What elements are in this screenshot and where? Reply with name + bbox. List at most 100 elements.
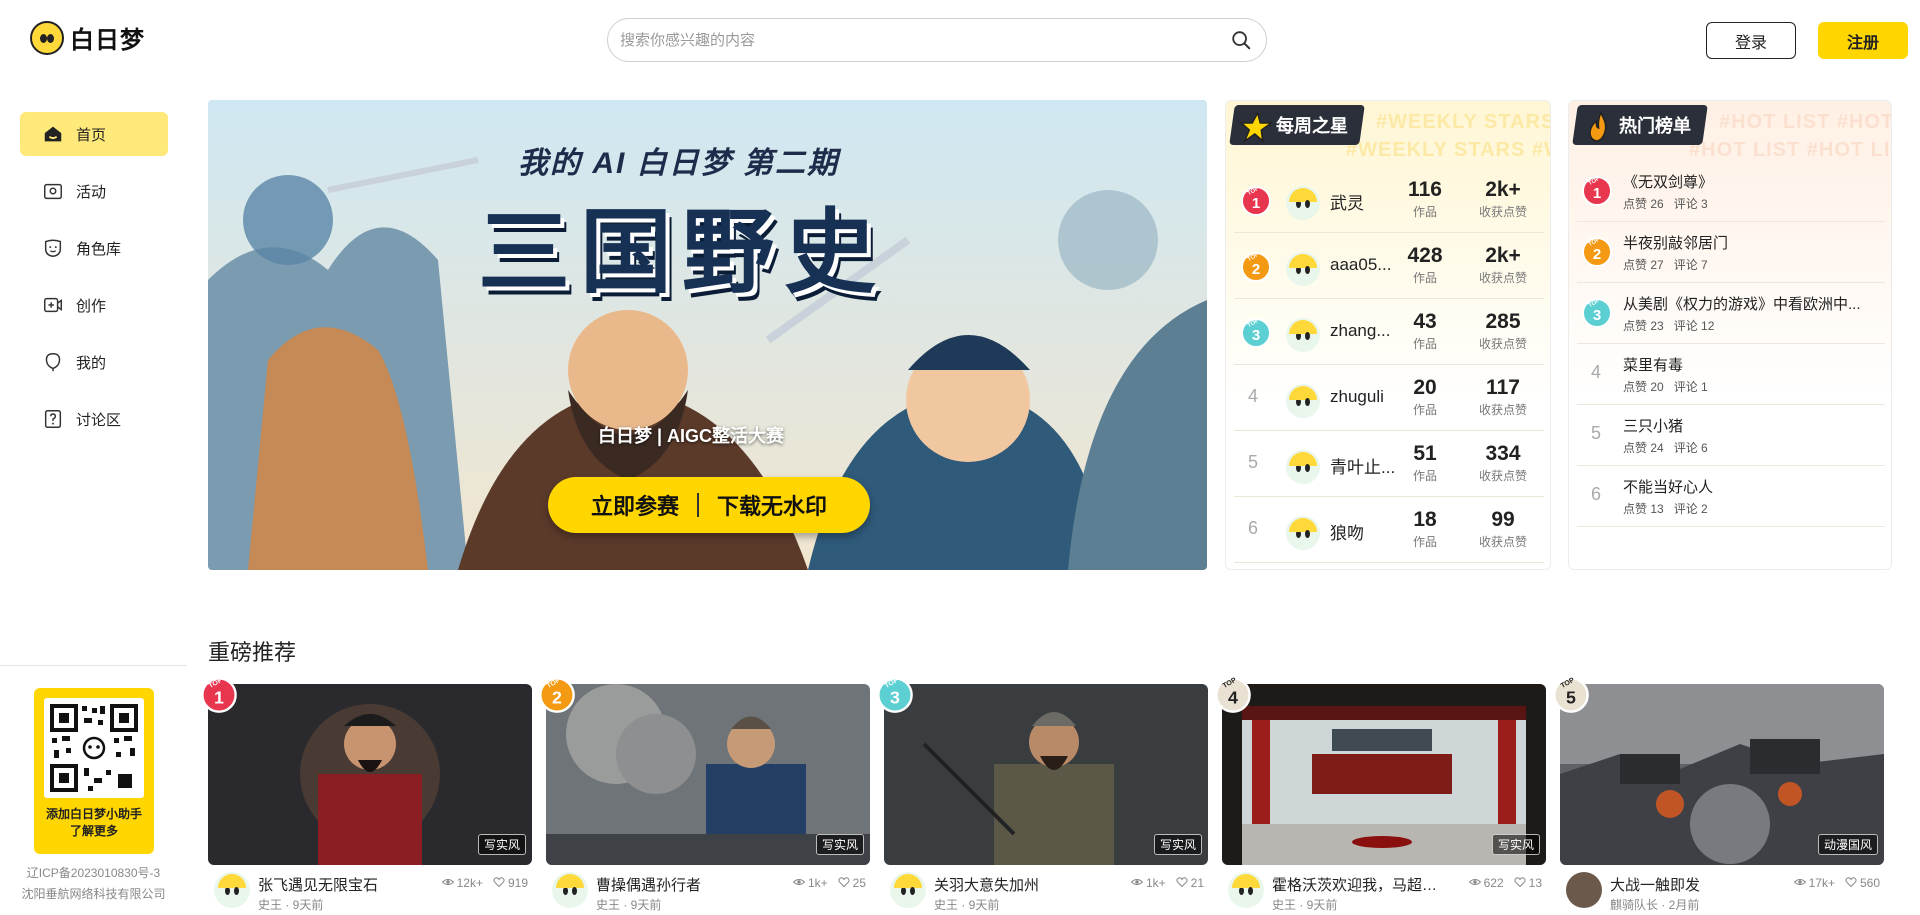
hot-list-row[interactable]: 4 菜里有毒 点赞 20 评论 1 <box>1577 344 1885 405</box>
like-count: 点赞 23 <box>1623 319 1664 333</box>
works-stat: 43 作品 <box>1400 309 1450 353</box>
hot-list-row[interactable]: 5 三只小猪 点赞 24 评论 6 <box>1577 405 1885 466</box>
hot-post-meta: 点赞 23 评论 12 <box>1623 317 1724 334</box>
featured-card[interactable]: 写实风 TOP 1 张飞遇见无限宝石 史王 · 9天前 12k+ 919 <box>201 676 532 915</box>
author-avatar[interactable] <box>890 872 926 908</box>
weekly-star-row[interactable]: 5 青叶止... 51 作品 334 收获点赞 <box>1234 431 1544 497</box>
sidebar-item-label: 角色库 <box>76 240 122 258</box>
eye-icon <box>1793 879 1806 885</box>
rank-badge-icon: TOP1 <box>201 676 237 713</box>
works-count: 116 <box>1408 178 1442 201</box>
works-stat: 51 作品 <box>1400 441 1450 485</box>
icp-number[interactable]: 辽ICP备2023010830号-3 <box>0 863 187 884</box>
heart-icon <box>1514 877 1526 888</box>
likes-stat: 117 收获点赞 <box>1470 375 1536 419</box>
like-count: 919 <box>507 876 528 890</box>
card-title[interactable]: 张飞遇见无限宝石 <box>258 874 428 895</box>
hero-banner[interactable]: 我的 AI 白日梦 第二期 三国野史 白日梦 | AIGC整活大赛 立即参赛 下… <box>208 100 1207 570</box>
like-count-group: 21 <box>1176 876 1204 890</box>
weekly-star-row[interactable]: TOP 1 武灵 116 作品 2k+ 收获点赞 <box>1234 167 1544 233</box>
card-thumbnail[interactable]: 写实风 <box>546 684 870 865</box>
svg-text:3: 3 <box>1593 307 1601 324</box>
works-count: 428 <box>1407 244 1443 267</box>
sidebar-item-character-library[interactable]: 角色库 <box>20 226 168 270</box>
hot-post-title[interactable]: 三只小猪 <box>1623 415 1873 436</box>
author-avatar[interactable] <box>1228 872 1264 908</box>
comment-count: 评论 3 <box>1673 197 1708 211</box>
weekly-stars-panel: #WEEKLY STARS #WEEKLY STARS #WEEKLY STAR… <box>1225 100 1551 570</box>
card-title[interactable]: 大战一触即发 <box>1610 874 1780 895</box>
card-title[interactable]: 霍格沃茨欢迎我，马超大... <box>1272 874 1442 895</box>
sidebar-item-home[interactable]: 首页 <box>20 112 168 156</box>
heart-icon <box>838 877 850 888</box>
likes-stat: 2k+ 收获点赞 <box>1470 177 1536 221</box>
card-thumbnail[interactable]: 写实风 <box>1222 684 1546 865</box>
weekly-stars-watermark-2: #WEEKLY STARS #WEEKLY STARS <box>1346 139 1550 161</box>
weekly-star-row[interactable]: TOP 3 zhang... 43 作品 285 收获点赞 <box>1234 299 1544 365</box>
rank-badge-icon: TOP5 <box>1553 676 1589 713</box>
hot-list-row[interactable]: TOP 3 从美剧《权力的游戏》中看欧洲中... 点赞 23 评论 12 <box>1577 283 1885 344</box>
card-thumbnail[interactable]: 动漫国风 <box>1560 684 1884 865</box>
rank-badge-icon: TOP1 <box>1241 186 1271 216</box>
banner-title: 三国野史 <box>478 198 887 306</box>
rank-number: 5 <box>1591 423 1602 443</box>
weekly-stars-watermark: #WEEKLY STARS #WEEKLY STARS <box>1376 111 1551 133</box>
card-author: 麒骑队长 · 2月前 <box>1610 898 1700 912</box>
star-icon <box>1239 111 1274 143</box>
style-tag: 写实风 <box>815 834 864 855</box>
featured-card[interactable]: 动漫国风 TOP 5 大战一触即发 麒骑队长 · 2月前 17k+ 560 <box>1553 676 1884 915</box>
author-avatar[interactable] <box>214 872 250 908</box>
featured-card[interactable]: 写实风 TOP 3 关羽大意失加州 史王 · 9天前 1k+ 21 <box>877 676 1208 915</box>
weekly-star-row[interactable]: 6 狼吻 18 作品 99 收获点赞 <box>1234 497 1544 563</box>
author-avatar[interactable] <box>1566 872 1602 908</box>
hot-list-row[interactable]: TOP 2 半夜别敲邻居门 点赞 27 评论 7 <box>1577 222 1885 283</box>
rank-badge-icon: TOP2 <box>539 676 575 713</box>
author-avatar[interactable] <box>552 872 588 908</box>
hot-post-title[interactable]: 不能当好心人 <box>1623 476 1873 497</box>
assistant-qr-card[interactable]: 添加白日梦小助手 了解更多 <box>34 688 154 854</box>
sidebar-item-activity[interactable]: 活动 <box>20 169 168 213</box>
home-icon <box>44 126 62 142</box>
weekly-star-row[interactable]: 4 zhuguli 20 作品 117 收获点赞 <box>1234 365 1544 431</box>
hot-list-row[interactable]: 6 不能当好心人 点赞 13 评论 2 <box>1577 466 1885 527</box>
register-button[interactable]: 注册 <box>1818 22 1908 59</box>
avatar <box>1286 384 1320 418</box>
search-icon[interactable] <box>1230 29 1252 51</box>
logo-mark-icon <box>30 20 64 55</box>
like-count: 点赞 27 <box>1623 258 1664 272</box>
card-thumbnail[interactable]: 写实风 <box>884 684 1208 865</box>
join-contest-button[interactable]: 立即参赛 <box>591 489 679 521</box>
card-thumbnail[interactable]: 写实风 <box>208 684 532 865</box>
sidebar-item-create[interactable]: 创作 <box>20 283 168 327</box>
card-author: 史王 · 9天前 <box>596 898 662 912</box>
login-button[interactable]: 登录 <box>1706 22 1796 59</box>
sidebar-item-discussion[interactable]: 讨论区 <box>20 397 168 441</box>
view-count: 12k+ <box>456 876 483 890</box>
works-count: 51 <box>1413 442 1437 465</box>
hot-post-title[interactable]: 半夜别敲邻居门 <box>1623 232 1873 253</box>
logo[interactable]: 白日梦 <box>30 20 145 55</box>
likes-stat: 2k+ 收获点赞 <box>1470 243 1536 287</box>
hot-post-title[interactable]: 《无双剑尊》 <box>1623 171 1873 192</box>
card-title[interactable]: 曹操偶遇孙行者 <box>596 874 766 895</box>
svg-text:3: 3 <box>1252 327 1260 344</box>
hot-post-meta: 点赞 26 评论 3 <box>1623 195 1718 212</box>
company-name: 沈阳垂航网络科技有限公司 <box>21 887 166 901</box>
card-title[interactable]: 关羽大意失加州 <box>934 874 1104 895</box>
works-count: 18 <box>1413 508 1437 531</box>
view-count: 622 <box>1483 876 1504 890</box>
svg-text:3: 3 <box>890 687 900 707</box>
hot-post-title[interactable]: 菜里有毒 <box>1623 354 1873 375</box>
hot-list-row[interactable]: TOP 1 《无双剑尊》 点赞 26 评论 3 <box>1577 161 1885 222</box>
sidebar-item-profile[interactable]: 我的 <box>20 340 168 384</box>
download-no-watermark-button[interactable]: 下载无水印 <box>717 489 827 521</box>
hot-post-title[interactable]: 从美剧《权力的游戏》中看欧洲中... <box>1623 293 1873 314</box>
featured-card[interactable]: 写实风 TOP 4 霍格沃茨欢迎我，马超大... 史王 · 9天前 622 13 <box>1215 676 1546 915</box>
search-input[interactable] <box>620 19 1220 61</box>
sidebar-item-label: 活动 <box>76 183 107 201</box>
works-label: 作品 <box>1412 205 1437 219</box>
featured-card[interactable]: 写实风 TOP 2 曹操偶遇孙行者 史王 · 9天前 1k+ 25 <box>539 676 870 915</box>
view-count: 17k+ <box>1808 876 1835 890</box>
view-count: 1k+ <box>807 876 828 890</box>
weekly-star-row[interactable]: TOP 2 aaa05... 428 作品 2k+ 收获点赞 <box>1234 233 1544 299</box>
